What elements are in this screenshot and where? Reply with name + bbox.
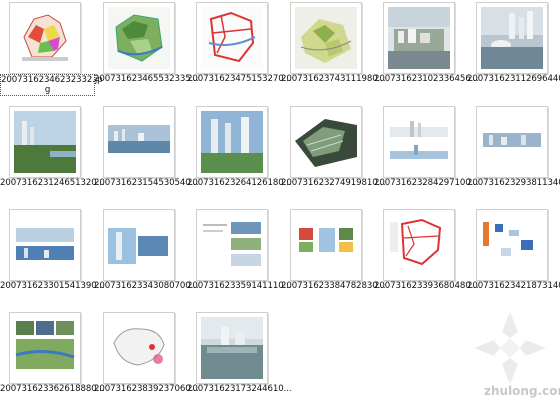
file-name: 200731623124651320... bbox=[0, 178, 105, 188]
file-name: 200731623343080700... bbox=[94, 281, 199, 291]
thumbnail-frame[interactable] bbox=[9, 106, 81, 178]
file-thumbnail bbox=[295, 7, 357, 69]
thumbnail-frame[interactable] bbox=[196, 2, 268, 74]
thumbnail-frame[interactable] bbox=[103, 106, 175, 178]
file-name: 200731623284297100... bbox=[374, 178, 479, 188]
file-item[interactable]: 200731623284297100... bbox=[374, 104, 479, 204]
file-item[interactable]: 200731623293811340... bbox=[467, 104, 560, 204]
file-name: 200731623154530540... bbox=[94, 178, 199, 188]
file-item[interactable]: 200731623264126180... bbox=[187, 104, 292, 204]
file-thumbnail bbox=[481, 111, 543, 173]
file-name: 200731623264126180... bbox=[187, 178, 292, 188]
file-item[interactable]: 200731623465532335... bbox=[94, 0, 199, 100]
file-name: 20073162346232332.jp g bbox=[0, 74, 103, 96]
thumbnail-frame[interactable] bbox=[290, 209, 362, 281]
file-name: 200731623839237060... bbox=[94, 384, 199, 394]
thumbnail-frame[interactable] bbox=[9, 209, 81, 281]
file-name: 200731623359141110... bbox=[187, 281, 292, 291]
file-thumbnail bbox=[295, 214, 357, 276]
file-name: 200731623102336456... bbox=[374, 74, 479, 84]
thumbnail-frame[interactable] bbox=[196, 312, 268, 384]
thumbnail-frame[interactable] bbox=[9, 312, 81, 384]
file-name: 200731623465532335... bbox=[94, 74, 199, 84]
file-item[interactable]: 200731623743111980... bbox=[281, 0, 386, 100]
file-item[interactable]: 200731623301541390... bbox=[0, 207, 105, 307]
file-thumbnail bbox=[14, 214, 76, 276]
file-item[interactable]: 20073162346232332.jp g bbox=[0, 0, 103, 100]
file-item[interactable]: 200731623359141110... bbox=[187, 207, 292, 307]
file-thumbnail bbox=[388, 111, 450, 173]
file-item[interactable]: 200731623274919810... bbox=[281, 104, 386, 204]
file-thumbnail bbox=[14, 111, 76, 173]
thumbnail-frame[interactable] bbox=[196, 106, 268, 178]
file-name: 200731623112696440... bbox=[467, 74, 560, 84]
thumbnail-frame[interactable] bbox=[383, 106, 455, 178]
watermark-logo-icon bbox=[474, 312, 546, 384]
file-item[interactable]: 200731623393680480... bbox=[374, 207, 479, 307]
thumbnail-frame[interactable] bbox=[103, 209, 175, 281]
file-name: 200731623173244610... bbox=[187, 384, 292, 394]
file-thumbnail bbox=[108, 214, 170, 276]
file-name: 200731623393680480... bbox=[374, 281, 479, 291]
watermark-text: zhulong.com bbox=[484, 384, 560, 398]
file-item[interactable]: 200731623362618880... bbox=[0, 310, 105, 410]
file-item[interactable]: 200731623173244610... bbox=[187, 310, 292, 410]
file-thumbnail bbox=[295, 111, 357, 173]
file-name: 200731623475153270... bbox=[187, 74, 292, 84]
thumbnail-frame[interactable] bbox=[290, 106, 362, 178]
thumbnail-frame[interactable] bbox=[476, 209, 548, 281]
thumbnail-frame[interactable] bbox=[476, 2, 548, 74]
thumbnail-frame[interactable] bbox=[383, 2, 455, 74]
thumbnail-frame[interactable] bbox=[9, 2, 81, 74]
file-item[interactable]: 200731623124651320... bbox=[0, 104, 105, 204]
file-item[interactable]: 200731623102336456... bbox=[374, 0, 479, 100]
file-thumbnail bbox=[108, 111, 170, 173]
thumbnail-frame[interactable] bbox=[290, 2, 362, 74]
file-thumbnail bbox=[108, 7, 170, 69]
file-thumbnail bbox=[388, 7, 450, 69]
file-item[interactable]: 200731623384782830... bbox=[281, 207, 386, 307]
file-item[interactable]: 200731623154530540... bbox=[94, 104, 199, 204]
thumbnail-frame[interactable] bbox=[476, 106, 548, 178]
file-item[interactable]: 200731623839237060... bbox=[94, 310, 199, 410]
file-item[interactable]: 200731623475153270... bbox=[187, 0, 292, 100]
file-thumbnail bbox=[14, 7, 76, 69]
file-thumbnail bbox=[201, 7, 263, 69]
file-thumbnail bbox=[481, 214, 543, 276]
file-thumbnail bbox=[201, 317, 263, 379]
file-item[interactable]: 200731623421873140... bbox=[467, 207, 560, 307]
thumbnail-frame[interactable] bbox=[103, 2, 175, 74]
file-name: 200731623421873140... bbox=[467, 281, 560, 291]
thumbnail-frame[interactable] bbox=[103, 312, 175, 384]
file-thumbnail bbox=[201, 214, 263, 276]
file-item[interactable]: 200731623343080700... bbox=[94, 207, 199, 307]
file-name: 200731623743111980... bbox=[281, 74, 386, 84]
file-name: 200731623274919810... bbox=[281, 178, 386, 188]
file-name: 200731623384782830... bbox=[281, 281, 386, 291]
file-thumbnail bbox=[388, 214, 450, 276]
file-thumbnail bbox=[108, 317, 170, 379]
thumbnail-frame[interactable] bbox=[196, 209, 268, 281]
file-name: 200731623362618880... bbox=[0, 384, 105, 394]
file-item[interactable]: 200731623112696440... bbox=[467, 0, 560, 100]
file-name: 200731623293811340... bbox=[467, 178, 560, 188]
file-thumbnail bbox=[201, 111, 263, 173]
file-thumbnail bbox=[481, 7, 543, 69]
file-thumbnail bbox=[14, 317, 76, 379]
file-name: 200731623301541390... bbox=[0, 281, 105, 291]
thumbnail-frame[interactable] bbox=[383, 209, 455, 281]
